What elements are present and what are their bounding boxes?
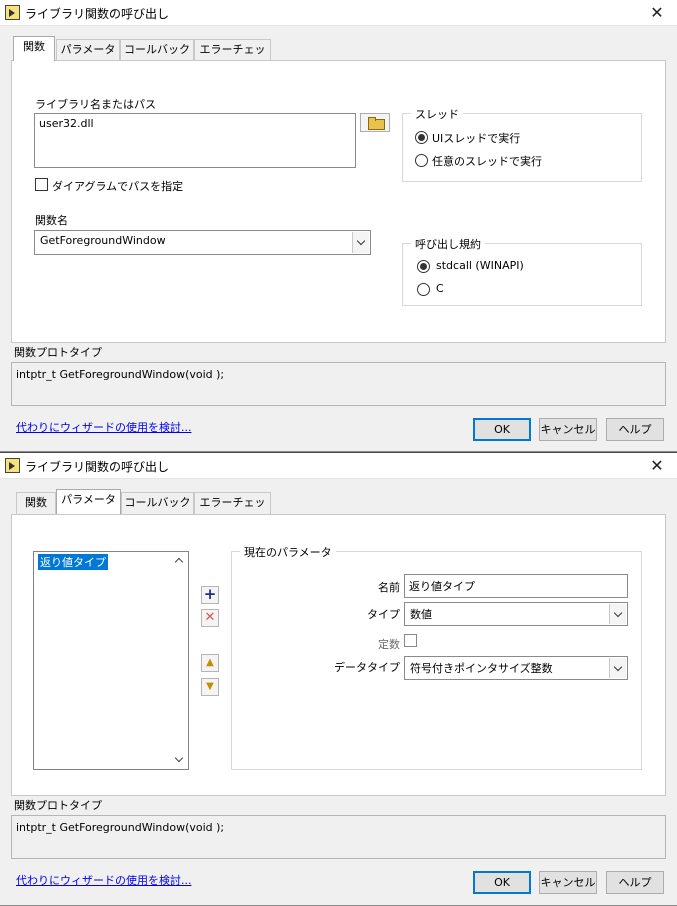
any-thread-label: 任意のスレッドで実行 [432,155,542,168]
stdcall-label: stdcall (WINAPI) [436,259,524,272]
library-path-input[interactable]: user32.dll [34,113,356,168]
call-library-dialog-function: ライブラリ関数の呼び出し ✕ 関数 パラメータ コールバック エラーチェック ラ… [0,0,677,452]
any-thread-radio[interactable] [415,154,428,167]
function-name-value: GetForegroundWindow [40,234,166,247]
app-icon [5,458,20,473]
name-label: 名前 [378,581,400,594]
current-parameter-title: 現在のパラメータ [240,544,336,560]
function-name-combo[interactable]: GetForegroundWindow [34,230,371,255]
thread-group: スレッド UIスレッドで実行 任意のスレッドで実行 [402,106,642,182]
move-up-icon[interactable]: ▲ [201,654,219,672]
parameters-tab-panel: 返り値タイプ + ✕ ▲ ▼ 現在のパラメータ 名前 返り値タイプ タイプ 数値… [11,514,666,796]
type-combo[interactable]: 数値 [404,602,628,626]
datatype-combo[interactable]: 符号付きポインタサイズ整数 [404,656,628,680]
datatype-value: 符号付きポインタサイズ整数 [410,662,553,675]
window-title: ライブラリ関数の呼び出し [25,7,170,21]
constant-label: 定数 [378,638,400,651]
delete-parameter-icon[interactable]: ✕ [201,609,219,627]
c-convention-label: C [436,282,444,295]
wizard-link[interactable]: 代わりにウィザードの使用を検討... [16,419,192,435]
type-label: タイプ [367,608,400,621]
datatype-label: データタイプ [334,661,400,674]
app-icon [5,5,20,20]
scroll-up-icon[interactable] [173,555,185,567]
stdcall-radio[interactable] [417,260,430,273]
title-bar: ライブラリ関数の呼び出し ✕ [0,0,677,26]
current-parameter-group: 現在のパラメータ 名前 返り値タイプ タイプ 数値 定数 データタイプ 符号付き… [231,544,642,770]
ok-button[interactable]: OK [473,871,531,894]
prototype-label: 関数プロトタイプ [14,346,102,359]
parameter-list[interactable]: 返り値タイプ [33,551,189,770]
close-icon[interactable]: ✕ [643,0,671,26]
library-path-label: ライブラリ名またはパス [35,98,156,111]
c-convention-radio[interactable] [417,283,430,296]
call-library-dialog-parameters: ライブラリ関数の呼び出し ✕ 関数 パラメータ コールバック エラーチェック 返… [0,453,677,906]
tab-function[interactable]: 関数 [13,36,55,61]
function-name-label: 関数名 [35,214,68,227]
diagram-path-checkbox[interactable] [35,178,48,191]
add-parameter-icon[interactable]: + [201,586,219,604]
cancel-button[interactable]: キャンセル [539,418,597,441]
constant-checkbox[interactable] [404,634,417,647]
tab-parameters[interactable]: パラメータ [56,489,121,514]
tab-function[interactable]: 関数 [16,492,56,514]
chevron-down-icon[interactable] [609,658,626,678]
close-icon[interactable]: ✕ [643,453,671,479]
diagram-path-label: ダイアグラムでパスを指定 [52,180,184,193]
calling-convention-group: 呼び出し規約 stdcall (WINAPI) C [402,236,642,306]
window-title: ライブラリ関数の呼び出し [25,460,170,474]
tab-callback[interactable]: コールバック [121,492,194,514]
tab-error-checking[interactable]: エラーチェック [194,39,271,76]
tab-callback[interactable]: コールバック [120,39,194,61]
ok-button[interactable]: OK [473,418,531,441]
help-button[interactable]: ヘルプ [606,871,664,894]
type-value: 数値 [410,608,432,621]
tab-parameters[interactable]: パラメータ [56,39,120,61]
prototype-display: intptr_t GetForegroundWindow(void ); [11,362,666,406]
move-down-icon[interactable]: ▼ [201,678,219,696]
title-bar: ライブラリ関数の呼び出し ✕ [0,453,677,479]
cancel-button[interactable]: キャンセル [539,871,597,894]
browse-folder-icon[interactable] [360,113,390,132]
prototype-label: 関数プロトタイプ [14,799,102,812]
wizard-link[interactable]: 代わりにウィザードの使用を検討... [16,872,192,888]
calling-convention-title: 呼び出し規約 [411,236,485,252]
prototype-display: intptr_t GetForegroundWindow(void ); [11,815,666,859]
list-item[interactable]: 返り値タイプ [38,554,108,570]
chevron-down-icon[interactable] [609,604,626,624]
chevron-down-icon[interactable] [352,232,369,253]
thread-group-title: スレッド [411,106,463,122]
name-input[interactable]: 返り値タイプ [404,574,628,598]
ui-thread-radio[interactable] [415,131,428,144]
function-tab-panel: ライブラリ名またはパス user32.dll ダイアグラムでパスを指定 関数名 … [11,60,666,343]
tab-error-checking[interactable]: エラーチェック [194,492,271,529]
scroll-down-icon[interactable] [173,754,185,766]
ui-thread-label: UIスレッドで実行 [432,132,521,145]
help-button[interactable]: ヘルプ [606,418,664,441]
